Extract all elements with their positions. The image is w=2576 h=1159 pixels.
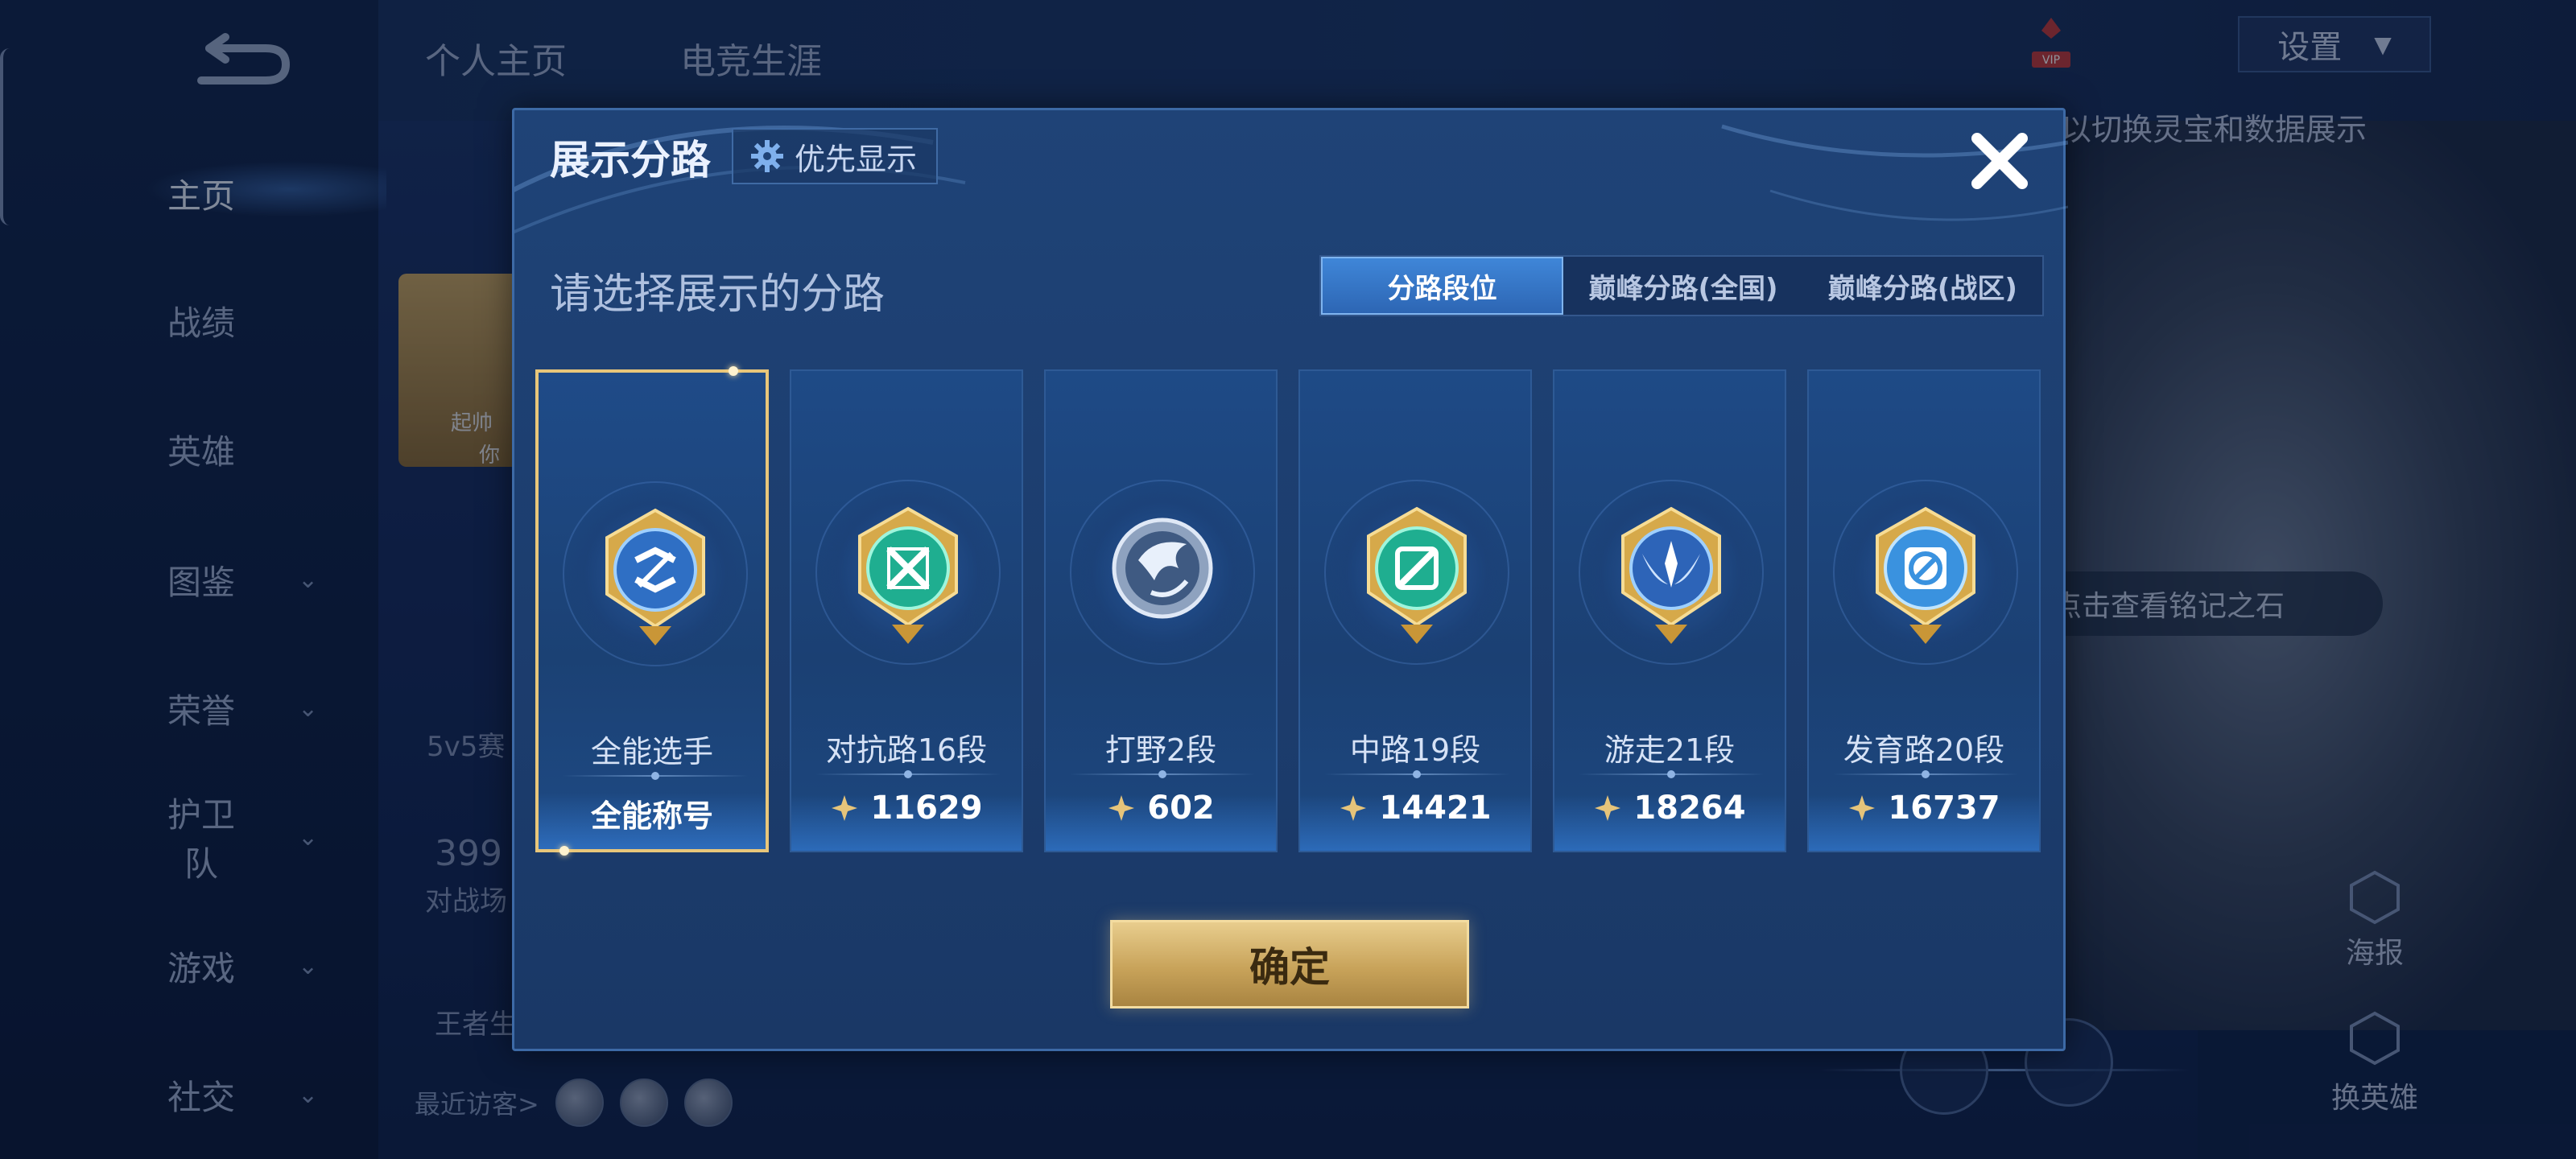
separator (563, 772, 748, 780)
separator (1070, 770, 1255, 778)
lane-card-roam[interactable]: 游走21段 18264 (1553, 369, 1786, 852)
score-value: 全能称号 (590, 798, 713, 834)
dialog-subtitle: 请选择展示的分路 (550, 270, 886, 319)
rank-label: 全能选手 (590, 734, 713, 769)
confirm-button[interactable]: 确定 (1110, 920, 1469, 1008)
clash-lane-emblem-icon (858, 506, 958, 644)
score-row: 14421 (1300, 790, 1530, 827)
peak-star-icon (832, 795, 858, 821)
gear-icon (751, 140, 783, 172)
rank-label: 发育路20段 (1843, 732, 2005, 768)
rank-label: 打野2段 (1104, 732, 1217, 768)
lane-card-list: 全能选手 全能称号 对抗路16段 11629 打野2段 602 中路19段 14… (535, 366, 2049, 856)
rank-label: 对抗路16段 (825, 732, 988, 768)
lane-card-all-round[interactable]: 全能选手 全能称号 (535, 366, 769, 856)
all-round-emblem-icon (605, 508, 705, 645)
score-value: 18264 (1633, 790, 1746, 827)
tab-peak-region[interactable]: 巅峰分路(战区) (1803, 257, 2042, 315)
tab-lane-rank[interactable]: 分路段位 (1321, 257, 1564, 315)
score-value: 602 (1147, 790, 1215, 827)
tab-peak-national[interactable]: 巅峰分路(全国) (1563, 257, 1802, 315)
score-row: 18264 (1554, 790, 1785, 827)
lane-card-jungle[interactable]: 打野2段 602 (1044, 369, 1278, 852)
lane-card-clash[interactable]: 对抗路16段 11629 (790, 369, 1023, 852)
roam-emblem-icon (1621, 506, 1721, 644)
peak-star-icon (1108, 795, 1135, 821)
selection-corner (729, 366, 738, 376)
score-value: 11629 (870, 790, 983, 827)
score-row: 16737 (1809, 790, 2039, 827)
score-value: 16737 (1888, 790, 2000, 827)
separator (815, 770, 1001, 778)
peak-star-icon (1849, 795, 1876, 821)
lane-card-mid[interactable]: 中路19段 14421 (1298, 369, 1532, 852)
separator (1579, 770, 1764, 778)
lane-display-dialog: 展示分路 优先显示 请选择展示的分路 分路段位 巅峰分路(全国) 巅峰分路(战区… (512, 108, 2068, 1051)
close-icon (1971, 133, 2028, 189)
dialog-title: 展示分路 (550, 137, 711, 184)
selection-corner (559, 846, 569, 856)
score-row: 全能称号 (539, 791, 766, 835)
rank-label: 游走21段 (1604, 732, 1736, 768)
priority-display-label: 优先显示 (795, 141, 918, 177)
farm-lane-emblem-icon (1876, 506, 1975, 644)
separator (1833, 770, 2018, 778)
close-button[interactable] (1963, 125, 2036, 197)
priority-display-button[interactable]: 优先显示 (732, 128, 939, 184)
peak-star-icon (1595, 795, 1621, 821)
score-row: 602 (1046, 790, 1276, 827)
score-value: 14421 (1379, 790, 1492, 827)
lane-tabs: 分路段位 巅峰分路(全国) 巅峰分路(战区) (1319, 255, 2044, 316)
peak-star-icon (1340, 795, 1367, 821)
separator (1324, 770, 1509, 778)
rank-label: 中路19段 (1349, 732, 1481, 768)
mid-lane-emblem-icon (1367, 506, 1467, 644)
score-row: 11629 (791, 790, 1022, 827)
lane-card-farm[interactable]: 发育路20段 16737 (1807, 369, 2041, 852)
confirm-label: 确定 (1249, 944, 1330, 991)
jungle-emblem-icon (1112, 518, 1213, 619)
